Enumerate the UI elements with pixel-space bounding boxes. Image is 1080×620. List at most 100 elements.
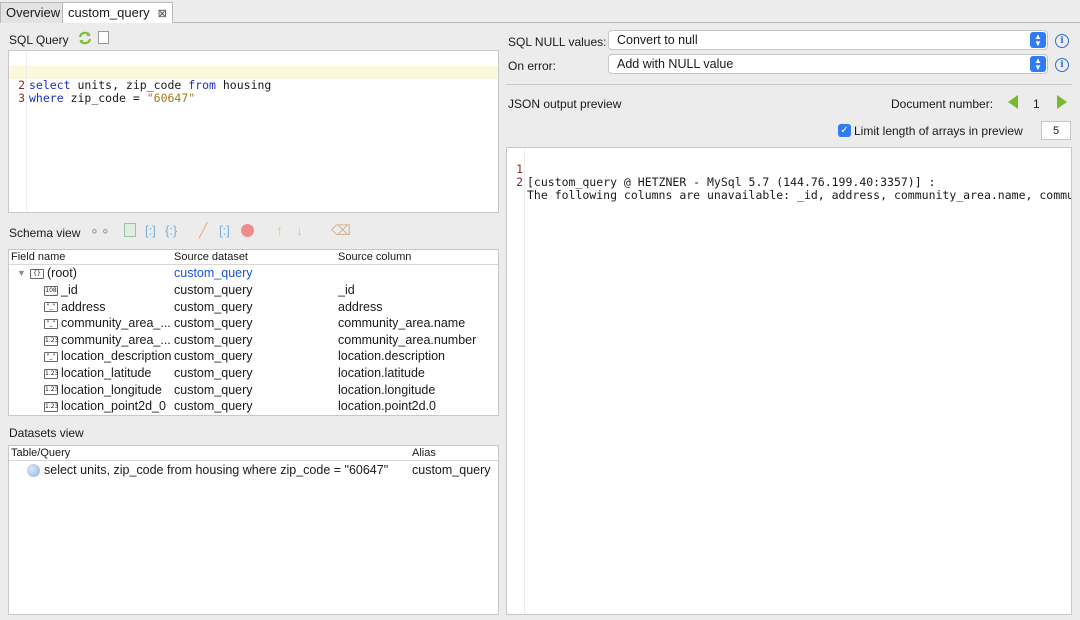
column-cell: location.point2d.0 bbox=[338, 399, 436, 414]
edit-icon[interactable]: ╱ bbox=[199, 222, 207, 239]
sql-editor[interactable]: 1 select units, zip_code from housing 2 … bbox=[8, 50, 499, 213]
refresh-icon[interactable] bbox=[77, 31, 93, 48]
type-icon: "_" bbox=[44, 352, 58, 363]
dataset-row[interactable]: select units, zip_code from housing wher… bbox=[9, 462, 498, 479]
null-values-value: Convert to null bbox=[617, 33, 698, 47]
table-row[interactable]: 1.23 location_longitude custom_query locati… bbox=[9, 382, 498, 399]
field-cell: 1.23 location_latitude bbox=[44, 365, 172, 382]
chevron-updown-icon: ▲ ▼ bbox=[1030, 56, 1046, 72]
tab-custom-query[interactable]: custom_query ⊠ bbox=[62, 2, 173, 24]
field-cell: "_" community_area_... bbox=[44, 315, 172, 332]
line-number: 2 bbox=[516, 175, 523, 189]
add-object-icon[interactable]: {:} bbox=[165, 223, 177, 238]
next-document-icon[interactable] bbox=[1057, 95, 1067, 109]
dataset-cell: custom_query bbox=[174, 399, 253, 414]
datasets-header: Table/Query Alias bbox=[9, 446, 498, 461]
dataset-cell: custom_query bbox=[174, 299, 253, 314]
type-icon: "_" bbox=[44, 302, 58, 313]
json-preview-title: JSON output preview bbox=[508, 97, 622, 111]
null-values-label: SQL NULL values: bbox=[508, 35, 607, 49]
type-icon: "_" bbox=[44, 318, 58, 329]
table-row[interactable]: "_" location_description custom_query locat… bbox=[9, 348, 498, 365]
gutter-divider bbox=[26, 51, 27, 212]
add-field-icon[interactable] bbox=[124, 223, 136, 237]
field-name: community_area_... bbox=[61, 332, 171, 347]
null-values-select[interactable]: Convert to null ▲ ▼ bbox=[608, 30, 1048, 50]
document-icon[interactable] bbox=[98, 31, 109, 44]
tab-bar: Overview custom_query ⊠ bbox=[0, 0, 1080, 24]
column-cell: location.longitude bbox=[338, 382, 436, 397]
divider bbox=[506, 84, 1072, 85]
clear-icon[interactable]: ⌫ bbox=[331, 222, 351, 239]
sql-query-title: SQL Query bbox=[9, 33, 69, 47]
object-icon: {} bbox=[30, 268, 44, 279]
field-cell: "_" address bbox=[44, 299, 172, 316]
dataset-cell: custom_query bbox=[174, 349, 253, 364]
previous-document-icon[interactable] bbox=[1008, 95, 1018, 109]
column-header-column[interactable]: Source column bbox=[338, 250, 411, 264]
table-row[interactable]: 1.23 community_area_... custom_query commun… bbox=[9, 332, 498, 349]
field-cell: "_" location_description bbox=[44, 348, 172, 365]
sql-line-1: 1 select units, zip_code from housing bbox=[9, 53, 498, 92]
table-row[interactable]: "_" community_area_... custom_query communi… bbox=[9, 315, 498, 332]
schema-table: Field name Source dataset Source column … bbox=[8, 249, 499, 416]
limit-arrays-checkbox[interactable]: ✓ bbox=[838, 124, 851, 137]
column-header-table[interactable]: Table/Query bbox=[11, 446, 70, 460]
replace-icon[interactable]: [:] bbox=[219, 223, 230, 238]
dataset-cell: custom_query bbox=[174, 332, 253, 347]
type-icon: 108 bbox=[44, 285, 58, 296]
sql-code: where zip_code = "60647" bbox=[29, 92, 195, 105]
column-cell: address bbox=[338, 299, 383, 314]
database-icon bbox=[27, 464, 40, 477]
column-header-field[interactable]: Field name bbox=[11, 250, 65, 264]
schema-header: Field name Source dataset Source column bbox=[9, 250, 498, 265]
expand-triangle-icon[interactable]: ▼ bbox=[17, 265, 26, 282]
alias-cell: custom_query bbox=[412, 463, 491, 477]
chevron-updown-icon: ▲ ▼ bbox=[1030, 32, 1046, 48]
move-down-icon[interactable]: ↓ bbox=[296, 222, 303, 238]
info-icon[interactable]: i bbox=[1055, 58, 1069, 72]
tab-overview[interactable]: Overview bbox=[0, 2, 67, 23]
table-row[interactable]: 108 _id custom_query _id bbox=[9, 282, 498, 299]
on-error-select[interactable]: Add with NULL value ▲ ▼ bbox=[608, 54, 1048, 74]
field-name: location_latitude bbox=[61, 366, 152, 380]
on-error-label: On error: bbox=[508, 59, 557, 73]
json-preview-editor[interactable]: 1 [custom_query @ HETZNER - MySql 5.7 (1… bbox=[506, 147, 1072, 615]
field-name: _id bbox=[61, 283, 78, 297]
limit-arrays-input[interactable]: 5 bbox=[1041, 121, 1071, 140]
sql-string: "60647" bbox=[146, 91, 196, 105]
table-row[interactable]: "_" address custom_query address bbox=[9, 299, 498, 316]
field-name: (root) bbox=[47, 266, 77, 280]
close-icon[interactable]: ⊠ bbox=[158, 8, 167, 20]
column-cell: location.latitude bbox=[338, 366, 425, 380]
type-icon: 1.23 bbox=[44, 401, 59, 412]
column-cell: community_area.name bbox=[338, 316, 466, 331]
field-name: location_description bbox=[61, 349, 172, 364]
remove-icon[interactable] bbox=[241, 224, 254, 237]
schema-view-title: Schema view bbox=[9, 226, 81, 240]
dataset-cell: custom_query bbox=[174, 366, 253, 380]
type-icon: 1.23 bbox=[44, 335, 59, 346]
link-icon[interactable]: ⚬⚬ bbox=[89, 224, 111, 240]
on-error-value: Add with NULL value bbox=[617, 57, 734, 71]
limit-arrays-label: Limit length of arrays in preview bbox=[854, 124, 1023, 138]
column-cell: community_area.number bbox=[338, 332, 477, 347]
field-name: location_point2d_0 bbox=[61, 399, 166, 414]
preview-line-1: 1 [custom_query @ HETZNER - MySql 5.7 (1… bbox=[507, 150, 1071, 189]
column-header-alias[interactable]: Alias bbox=[412, 446, 436, 460]
add-array-icon[interactable]: [:] bbox=[145, 223, 156, 238]
column-cell: location.description bbox=[338, 349, 446, 364]
datasets-table: Table/Query Alias select units, zip_code… bbox=[8, 445, 499, 615]
table-row[interactable]: 1.23 location_latitude custom_query locatio… bbox=[9, 365, 498, 382]
preview-text: The following columns are unavailable: _… bbox=[527, 188, 1072, 202]
field-cell: 1.23 location_longitude bbox=[44, 382, 172, 399]
info-icon[interactable]: i bbox=[1055, 34, 1069, 48]
sql-text: zip_code = bbox=[63, 91, 147, 105]
dataset-cell: custom_query bbox=[174, 382, 253, 397]
table-row[interactable]: 1.23 location_point2d_0 custom_query locati… bbox=[9, 398, 498, 415]
type-icon: 1.23 bbox=[44, 368, 59, 379]
query-cell: select units, zip_code from housing wher… bbox=[44, 463, 389, 477]
move-up-icon[interactable]: ↑ bbox=[276, 222, 283, 238]
column-header-dataset[interactable]: Source dataset bbox=[174, 250, 248, 264]
table-row[interactable]: ▼ {} (root) custom_query bbox=[9, 265, 498, 282]
